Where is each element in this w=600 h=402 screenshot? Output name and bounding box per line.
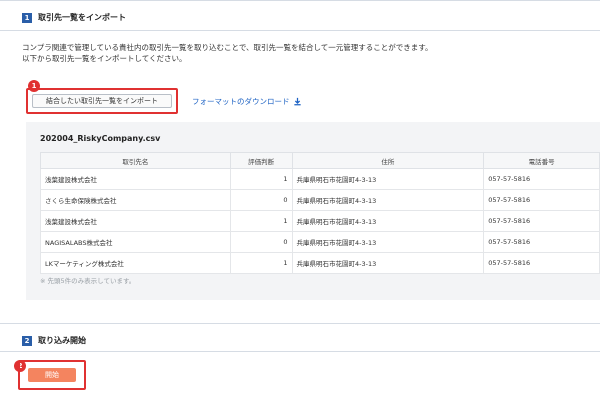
description: コンプラ関連で管理している貴社内の取引先一覧を取り込むことで、取引先一覧を結合し…	[22, 42, 433, 64]
start-button[interactable]: 開始	[28, 368, 76, 382]
section-number-badge: 2	[22, 335, 32, 346]
table-row: LKマーケティング株式会社 1 兵庫県明石市花園町4-3-13 057-57-5…	[40, 252, 600, 274]
section-2-header: 2 取り込み開始	[22, 335, 86, 346]
cell-address: 兵庫県明石市花園町4-3-13	[291, 252, 485, 274]
download-link-label: フォーマットのダウンロード	[192, 97, 290, 106]
table-header-row: 取引先名 評価判断 住所 電話番号	[40, 152, 600, 169]
section-2-top-divider	[0, 323, 600, 324]
cell-phone: 057-57-5816	[483, 189, 600, 211]
cell-address: 兵庫県明石市花園町4-3-13	[291, 231, 485, 253]
cell-company: NAGISALABS株式会社	[40, 231, 231, 253]
cell-phone: 057-57-5816	[483, 210, 600, 232]
cell-rating: 0	[229, 189, 293, 211]
cell-rating: 1	[229, 210, 293, 232]
cell-company: 浅葉建設株式会社	[40, 168, 231, 190]
section-title: 取引先一覧をインポート	[38, 13, 126, 22]
table-row: さくら生命保険株式会社 0 兵庫県明石市花園町4-3-13 057-57-581…	[40, 189, 600, 211]
cell-company: さくら生命保険株式会社	[40, 189, 231, 211]
preview-note: ※ 先頭5件のみ表示しています。	[40, 277, 136, 285]
top-divider	[0, 0, 600, 1]
cell-rating: 1	[229, 168, 293, 190]
column-header-company: 取引先名	[40, 152, 231, 169]
cell-address: 兵庫県明石市花園町4-3-13	[291, 210, 485, 232]
import-button[interactable]: 結合したい取引先一覧をインポート	[32, 94, 172, 108]
start-highlight: 開始	[18, 360, 86, 390]
csv-preview-panel: 202004_RiskyCompany.csv 取引先名 評価判断 住所 電話番…	[26, 122, 600, 300]
column-header-phone: 電話番号	[483, 152, 600, 169]
cell-phone: 057-57-5816	[483, 168, 600, 190]
cell-address: 兵庫県明石市花園町4-3-13	[291, 189, 485, 211]
cell-rating: 1	[229, 252, 293, 274]
download-icon	[293, 97, 301, 106]
cell-company: 浅葉建設株式会社	[40, 210, 231, 232]
column-header-address: 住所	[291, 152, 485, 169]
table-row: 浅葉建設株式会社 1 兵庫県明石市花園町4-3-13 057-57-5816	[40, 210, 600, 232]
section-1-header: 1 取引先一覧をインポート	[22, 12, 126, 23]
cell-address: 兵庫県明石市花園町4-3-13	[291, 168, 485, 190]
table-row: NAGISALABS株式会社 0 兵庫県明石市花園町4-3-13 057-57-…	[40, 231, 600, 253]
import-highlight: 結合したい取引先一覧をインポート	[26, 88, 178, 114]
format-download-link[interactable]: フォーマットのダウンロード	[192, 96, 302, 107]
cell-phone: 057-57-5816	[483, 252, 600, 274]
cell-rating: 0	[229, 231, 293, 253]
cell-phone: 057-57-5816	[483, 231, 600, 253]
section-1-divider	[0, 30, 600, 31]
section-number-badge: 1	[22, 12, 32, 23]
csv-filename: 202004_RiskyCompany.csv	[40, 134, 161, 143]
description-line: 以下から取引先一覧をインポートしてください。	[22, 54, 187, 63]
section-2-divider	[0, 351, 600, 352]
table-row: 浅葉建設株式会社 1 兵庫県明石市花園町4-3-13 057-57-5816	[40, 168, 600, 190]
description-line: コンプラ関連で管理している貴社内の取引先一覧を取り込むことで、取引先一覧を結合し…	[22, 43, 433, 52]
csv-preview-table: 取引先名 評価判断 住所 電話番号 浅葉建設株式会社 1 兵庫県明石市花園町4-…	[40, 152, 600, 274]
column-header-rating: 評価判断	[229, 152, 293, 169]
section-title: 取り込み開始	[38, 336, 86, 345]
cell-company: LKマーケティング株式会社	[40, 252, 231, 274]
